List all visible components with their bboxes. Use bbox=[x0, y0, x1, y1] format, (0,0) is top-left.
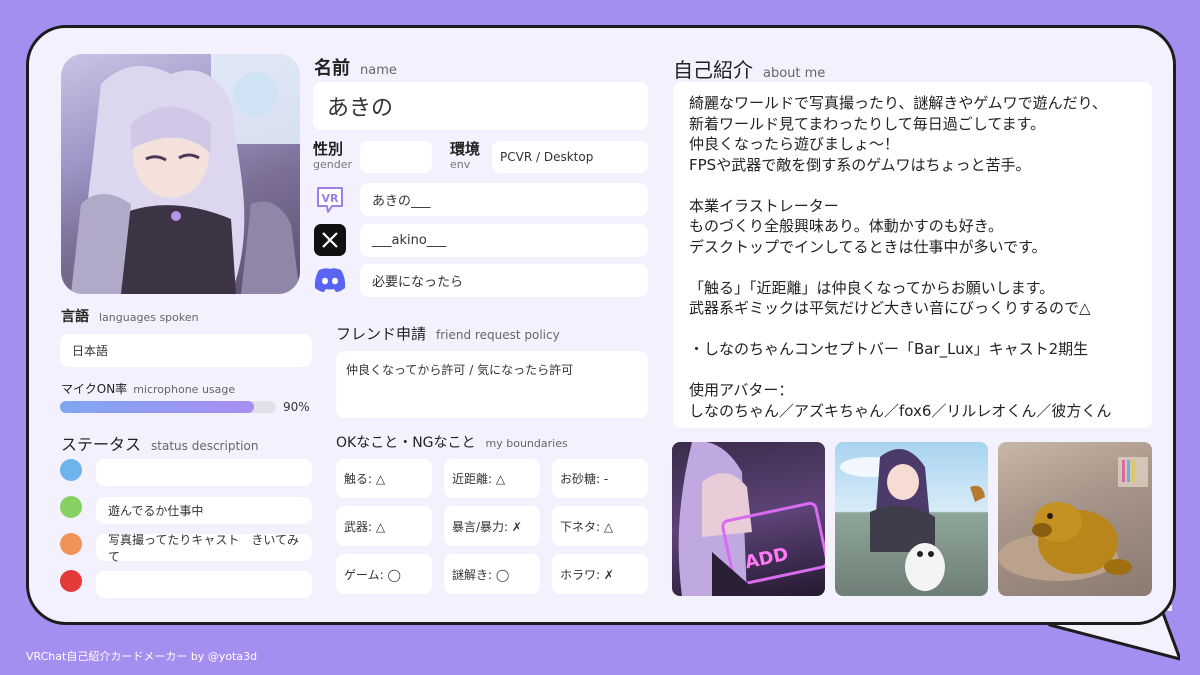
languages-value: 日本語 bbox=[72, 344, 109, 358]
status-field-busy bbox=[96, 571, 312, 598]
mic-progress-fill bbox=[60, 401, 255, 413]
status-dot-ask bbox=[60, 533, 82, 555]
vrchat-id-field: あきの___ bbox=[360, 183, 648, 216]
photo-avatar-outdoor bbox=[835, 442, 988, 596]
boundary-sugar: お砂糖: - bbox=[552, 459, 648, 498]
profile-photo bbox=[61, 54, 300, 294]
photo-avatar-neon: ADD bbox=[672, 442, 825, 596]
env-field: PCVR / Desktop bbox=[492, 141, 648, 173]
x-id-field: ___akino___ bbox=[360, 224, 648, 257]
boundary-nsfw-text: 下ネタ: △ bbox=[560, 519, 614, 534]
mic-percent: 90% bbox=[283, 400, 310, 414]
languages-label-ja: 言語 bbox=[61, 309, 89, 325]
friend-field: 仲良くなってから許可 / 気になったら許可 bbox=[336, 351, 648, 418]
boundary-violence: 暴言/暴力: ✗ bbox=[444, 506, 540, 546]
discord-field: 必要になったら bbox=[360, 264, 648, 297]
about-label-en: about me bbox=[763, 66, 826, 81]
boundaries-label-ja: OKなこと・NGなこと bbox=[336, 435, 476, 451]
status-dot-online bbox=[60, 459, 82, 481]
boundary-touch-text: 触る: △ bbox=[344, 472, 386, 486]
boundary-puzzles: 謎解き: ◯ bbox=[444, 554, 540, 594]
gender-heading: 性別 gender bbox=[313, 141, 352, 173]
boundary-horror-text: ホラワ: ✗ bbox=[560, 567, 614, 582]
languages-label-en: languages spoken bbox=[99, 311, 199, 324]
env-value: PCVR / Desktop bbox=[500, 150, 594, 164]
boundary-weapons: 武器: △ bbox=[336, 506, 432, 546]
about-heading: 自己紹介 about me bbox=[673, 54, 825, 83]
mic-heading: マイクON率 microphone usage bbox=[61, 378, 235, 397]
x-id-value: ___akino___ bbox=[372, 233, 447, 248]
mic-label-en: microphone usage bbox=[133, 383, 236, 396]
friend-label-ja: フレンド申請 bbox=[336, 325, 427, 343]
name-heading: 名前 name bbox=[314, 54, 397, 80]
status-field-online bbox=[96, 459, 312, 486]
status-field-ask: 写真撮ってたりキャスト きいてみて bbox=[96, 532, 312, 564]
status-heading: ステータス status description bbox=[61, 431, 258, 455]
boundary-distance: 近距離: △ bbox=[444, 459, 540, 498]
x-icon bbox=[314, 224, 346, 256]
boundary-violence-text: 暴言/暴力: ✗ bbox=[452, 519, 522, 534]
boundary-horror: ホラワ: ✗ bbox=[552, 554, 648, 594]
env-label-ja: 環境 bbox=[450, 140, 481, 158]
languages-heading: 言語 languages spoken bbox=[61, 306, 199, 326]
about-text: 綺麗なワールドで写真撮ったり、謎解きやゲムワで遊んだり、 新着ワールド見てまわっ… bbox=[689, 94, 1112, 420]
photo-bear-room bbox=[998, 442, 1152, 596]
mic-label-ja: マイクON率 bbox=[61, 382, 128, 396]
about-field: 綺麗なワールドで写真撮ったり、謎解きやゲムワで遊んだり、 新着ワールド見てまわっ… bbox=[673, 82, 1152, 428]
status-field-join: 遊んでるか仕事中 bbox=[96, 497, 312, 524]
boundary-games-text: ゲーム: ◯ bbox=[344, 567, 401, 582]
gender-label-ja: 性別 bbox=[313, 140, 344, 158]
boundaries-heading: OKなこと・NGなこと my boundaries bbox=[336, 432, 568, 452]
name-label-en: name bbox=[360, 63, 397, 78]
svg-text:VR: VR bbox=[322, 192, 340, 205]
status-text-busy bbox=[96, 571, 312, 598]
boundary-touch: 触る: △ bbox=[336, 459, 432, 498]
boundary-puzzles-text: 謎解き: ◯ bbox=[452, 567, 510, 582]
status-label-en: status description bbox=[151, 439, 259, 453]
status-text-join: 遊んでるか仕事中 bbox=[108, 504, 204, 518]
footer-credit: VRChat自己紹介カードメーカー by @yota3d bbox=[26, 650, 258, 663]
boundaries-label-en: my boundaries bbox=[485, 437, 568, 450]
gender-label-en: gender bbox=[313, 158, 352, 171]
about-label-ja: 自己紹介 bbox=[673, 58, 753, 82]
mic-progress-track bbox=[60, 401, 276, 413]
vrchat-icon: VR bbox=[314, 184, 346, 216]
gender-value bbox=[360, 141, 432, 173]
status-label-ja: ステータス bbox=[61, 435, 142, 454]
boundary-games: ゲーム: ◯ bbox=[336, 554, 432, 594]
neon-sign-text: ADD bbox=[743, 544, 790, 574]
status-dot-busy bbox=[60, 570, 82, 592]
status-text-online bbox=[96, 459, 312, 486]
boundary-weapons-text: 武器: △ bbox=[344, 519, 386, 534]
boundary-distance-text: 近距離: △ bbox=[452, 472, 506, 486]
env-label-en: env bbox=[450, 158, 471, 171]
boundary-nsfw: 下ネタ: △ bbox=[552, 506, 648, 546]
boundary-sugar-text: お砂糖: - bbox=[560, 472, 609, 486]
discord-value: 必要になったら bbox=[372, 275, 464, 290]
languages-field: 日本語 bbox=[60, 334, 312, 367]
status-text-ask: 写真撮ってたりキャスト きいてみて bbox=[108, 532, 300, 564]
name-field: あきの bbox=[313, 82, 648, 130]
name-label-ja: 名前 bbox=[314, 58, 350, 79]
name-value: あきの bbox=[327, 96, 394, 121]
discord-icon bbox=[313, 266, 347, 294]
friend-heading: フレンド申請 friend request policy bbox=[336, 323, 560, 344]
friend-label-en: friend request policy bbox=[436, 328, 560, 342]
status-dot-join bbox=[60, 496, 82, 518]
vrchat-id-value: あきの___ bbox=[372, 194, 431, 209]
env-heading: 環境 env bbox=[450, 141, 480, 173]
friend-value: 仲良くなってから許可 / 気になったら許可 bbox=[346, 363, 574, 377]
gender-field bbox=[360, 141, 432, 173]
